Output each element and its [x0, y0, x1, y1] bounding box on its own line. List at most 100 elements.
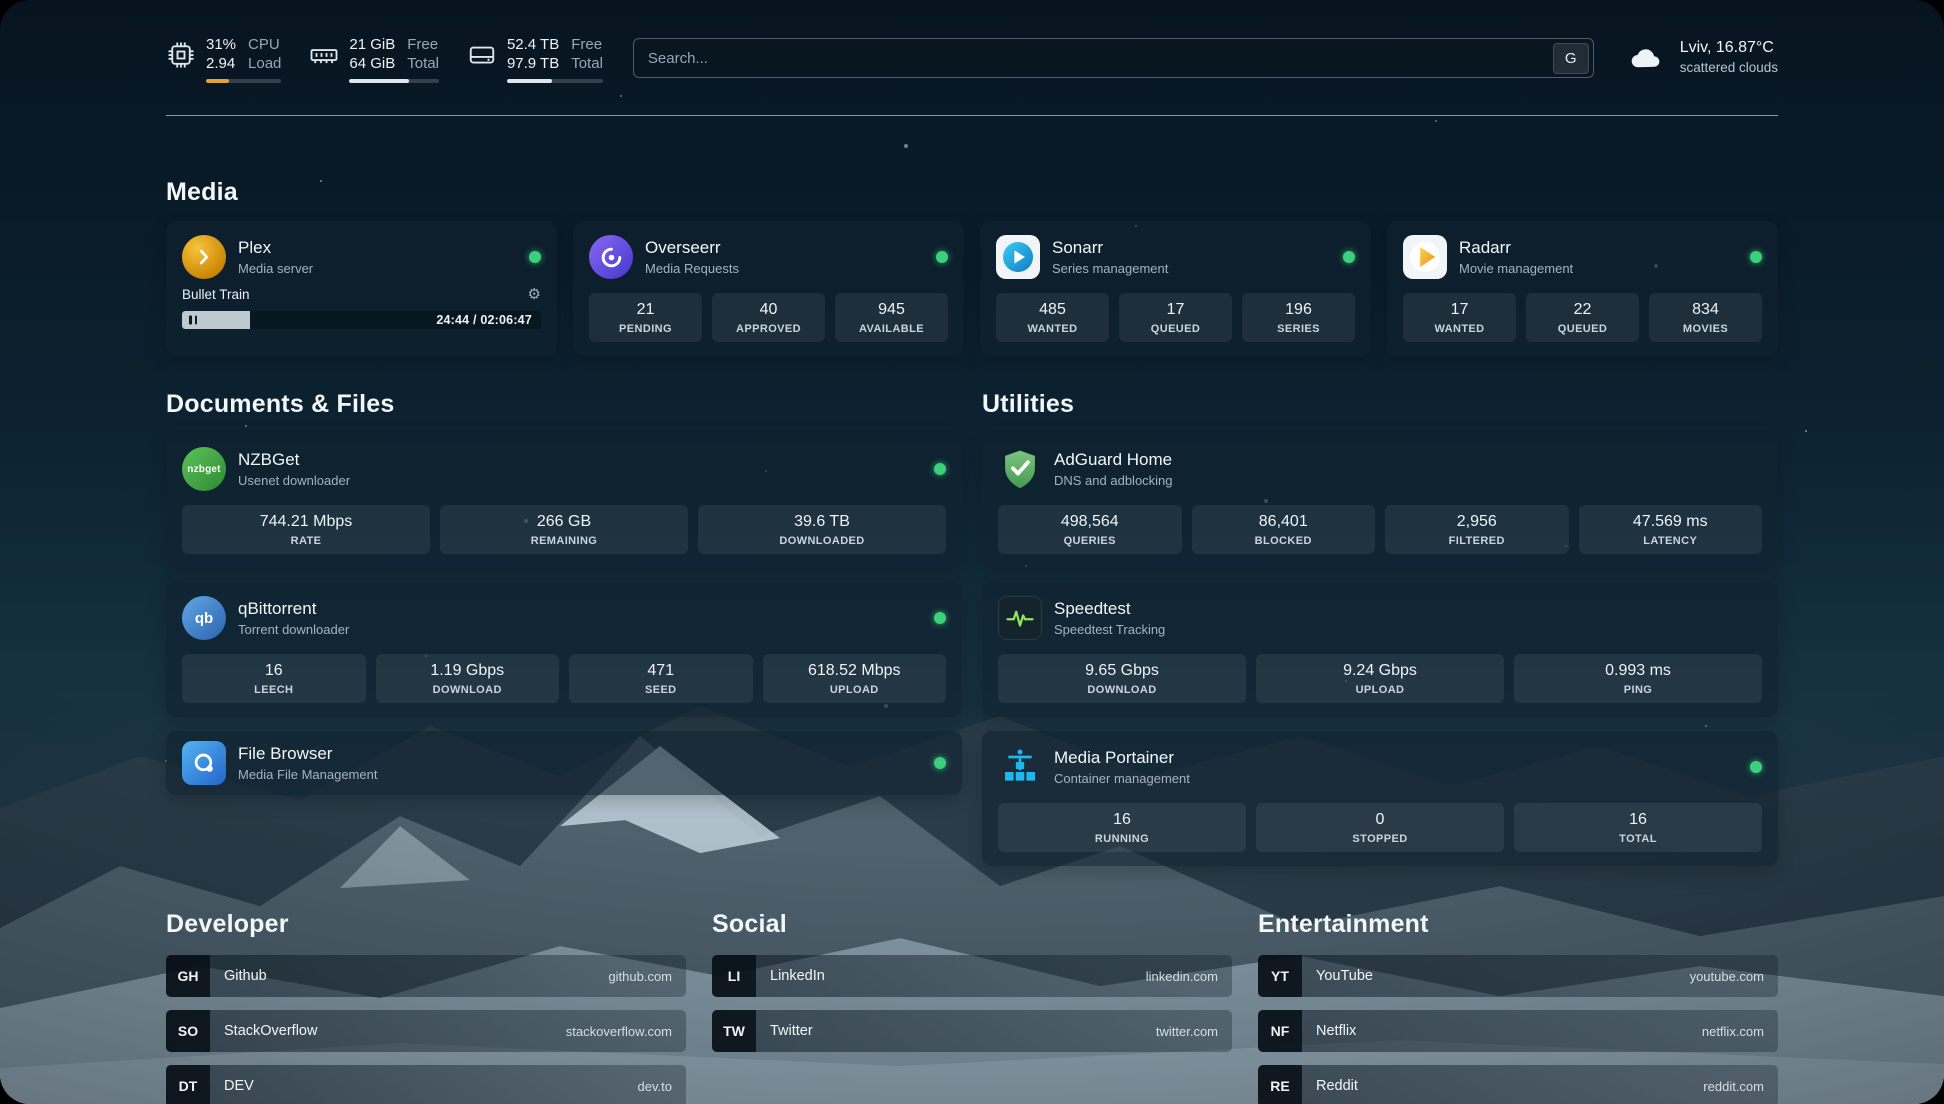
search-area: G — [633, 36, 1594, 78]
media-grid: Plex Media server Bullet Train ⚙ — [166, 221, 1778, 356]
overseerr-icon — [589, 235, 633, 279]
bookmark-dev[interactable]: DT DEV dev.to — [166, 1065, 686, 1104]
memory-total-value: 64 GiB — [349, 55, 395, 73]
nzbget-subtitle: Usenet downloader — [238, 473, 350, 488]
dashboard-screen: 31% CPU 2.94 Load — [0, 0, 1944, 1104]
stat-upload: 9.24 Gbps UPLOAD — [1256, 654, 1504, 703]
adguard-subtitle: DNS and adblocking — [1054, 473, 1173, 488]
plex-subtitle: Media server — [238, 261, 313, 276]
stat-running: 16 RUNNING — [998, 803, 1246, 852]
bookmark-linkedin[interactable]: LI LinkedIn linkedin.com — [712, 955, 1232, 997]
sonarr-card[interactable]: Sonarr Series management 485 WANTED 17 Q… — [980, 221, 1371, 356]
overseerr-status-dot — [936, 251, 948, 263]
radarr-icon — [1403, 235, 1447, 279]
stat-download: 9.65 Gbps DOWNLOAD — [998, 654, 1246, 703]
stat-movies: 834 MOVIES — [1649, 293, 1762, 342]
bookmark-netflix[interactable]: NF Netflix netflix.com — [1258, 1010, 1778, 1052]
section-title-entertainment: Entertainment — [1258, 910, 1778, 939]
overseerr-card[interactable]: Overseerr Media Requests 21 PENDING 40 A… — [573, 221, 964, 356]
stat-wanted: 17 WANTED — [1403, 293, 1516, 342]
qbittorrent-icon: qb — [182, 596, 226, 640]
stat-queued: 22 QUEUED — [1526, 293, 1639, 342]
bookmarks-entertainment: Entertainment YT YouTube youtube.com NF … — [1258, 910, 1778, 1104]
bookmarks-social: Social LI LinkedIn linkedin.com TW Twitt… — [712, 910, 1232, 1104]
radarr-status-dot — [1750, 251, 1762, 263]
storage-free-label: Free — [571, 36, 603, 54]
qbittorrent-card[interactable]: qb qBittorrent Torrent downloader 16 LEE… — [166, 582, 962, 717]
sonarr-name: Sonarr — [1052, 238, 1168, 258]
plex-name: Plex — [238, 238, 313, 258]
lower-sections: Documents & Files nzbget NZBGet Usenet d… — [166, 390, 1778, 866]
stat-leech: 16 LEECH — [182, 654, 366, 703]
radarr-subtitle: Movie management — [1459, 261, 1573, 276]
playback-time: 24:44 / 02:06:47 — [436, 313, 532, 327]
stat-wanted: 485 WANTED — [996, 293, 1109, 342]
nzbget-status-dot — [934, 463, 946, 475]
stat-available: 945 AVAILABLE — [835, 293, 948, 342]
plex-player: 24:44 / 02:06:47 — [182, 311, 541, 329]
filebrowser-status-dot — [934, 757, 946, 769]
memory-usage-bar — [349, 79, 439, 83]
plex-icon — [182, 235, 226, 279]
utilities-column: Utilities AdGuard Home — [982, 390, 1778, 866]
bookmark-stackoverflow[interactable]: SO StackOverflow stackoverflow.com — [166, 1010, 686, 1052]
sonarr-status-dot — [1343, 251, 1355, 263]
speedtest-name: Speedtest — [1054, 599, 1165, 619]
stat-total: 16 TOTAL — [1514, 803, 1762, 852]
top-bar: 31% CPU 2.94 Load — [166, 0, 1778, 83]
stat-seed: 471 SEED — [569, 654, 753, 703]
memory-free-label: Free — [407, 36, 439, 54]
search-input[interactable] — [648, 50, 1553, 67]
adguard-card[interactable]: AdGuard Home DNS and adblocking 498,564 … — [982, 433, 1778, 568]
cpu-load-value: 2.94 — [206, 55, 236, 73]
radarr-card[interactable]: Radarr Movie management 17 WANTED 22 QUE… — [1387, 221, 1778, 356]
gear-icon[interactable]: ⚙ — [528, 287, 541, 302]
nzbget-icon: nzbget — [182, 447, 226, 491]
speedtest-card[interactable]: Speedtest Speedtest Tracking 9.65 Gbps D… — [982, 582, 1778, 717]
speedtest-subtitle: Speedtest Tracking — [1054, 622, 1165, 637]
reddit-icon: RE — [1258, 1065, 1302, 1104]
section-title-documents: Documents & Files — [166, 390, 962, 419]
memory-metric: 21 GiB Free 64 GiB Total — [309, 36, 439, 83]
cpu-metric: 31% CPU 2.94 Load — [166, 36, 281, 83]
bookmark-reddit[interactable]: RE Reddit reddit.com — [1258, 1065, 1778, 1104]
bookmark-github[interactable]: GH Github github.com — [166, 955, 686, 997]
bookmark-youtube[interactable]: YT YouTube youtube.com — [1258, 955, 1778, 997]
section-title-utilities: Utilities — [982, 390, 1778, 419]
stat-queries: 498,564 QUERIES — [998, 505, 1182, 554]
adguard-name: AdGuard Home — [1054, 450, 1173, 470]
storage-metric: 52.4 TB Free 97.9 TB Total — [467, 36, 603, 83]
qbittorrent-subtitle: Torrent downloader — [238, 622, 349, 637]
storage-total-label: Total — [571, 55, 603, 73]
weather-condition: scattered clouds — [1680, 58, 1778, 78]
pause-icon[interactable] — [189, 316, 197, 325]
portainer-card[interactable]: Media Portainer Container management 16 … — [982, 731, 1778, 866]
storage-usage-bar — [507, 79, 603, 83]
bookmark-twitter[interactable]: TW Twitter twitter.com — [712, 1010, 1232, 1052]
stat-upload: 618.52 Mbps UPLOAD — [763, 654, 947, 703]
stat-ping: 0.993 ms PING — [1514, 654, 1762, 703]
bookmarks-developer: Developer GH Github github.com SO StackO… — [166, 910, 686, 1104]
filebrowser-card[interactable]: File Browser Media File Management — [166, 731, 962, 795]
system-metrics: 31% CPU 2.94 Load — [166, 36, 603, 83]
nzbget-card[interactable]: nzbget NZBGet Usenet downloader 744.21 M… — [166, 433, 962, 568]
weather-location: Lviv, 16.87°C — [1680, 38, 1778, 58]
section-title-social: Social — [712, 910, 1232, 939]
plex-card[interactable]: Plex Media server Bullet Train ⚙ — [166, 221, 557, 356]
stat-rate: 744.21 Mbps RATE — [182, 505, 430, 554]
stackoverflow-icon: SO — [166, 1010, 210, 1052]
section-title-developer: Developer — [166, 910, 686, 939]
bookmarks-section: Developer GH Github github.com SO StackO… — [166, 910, 1778, 1104]
youtube-icon: YT — [1258, 955, 1302, 997]
filebrowser-name: File Browser — [238, 744, 377, 764]
media-section: Media Plex Media server — [166, 178, 1778, 356]
stat-remaining: 266 GB REMAINING — [440, 505, 688, 554]
stat-blocked: 86,401 BLOCKED — [1192, 505, 1376, 554]
dev-icon: DT — [166, 1065, 210, 1104]
search-engine-button[interactable]: G — [1553, 43, 1589, 74]
search-box[interactable]: G — [633, 38, 1594, 78]
storage-free-value: 52.4 TB — [507, 36, 559, 54]
cpu-usage-value: 31% — [206, 36, 236, 54]
weather-widget[interactable]: Lviv, 16.87°C scattered clouds — [1624, 36, 1778, 78]
speedtest-icon — [998, 596, 1042, 640]
